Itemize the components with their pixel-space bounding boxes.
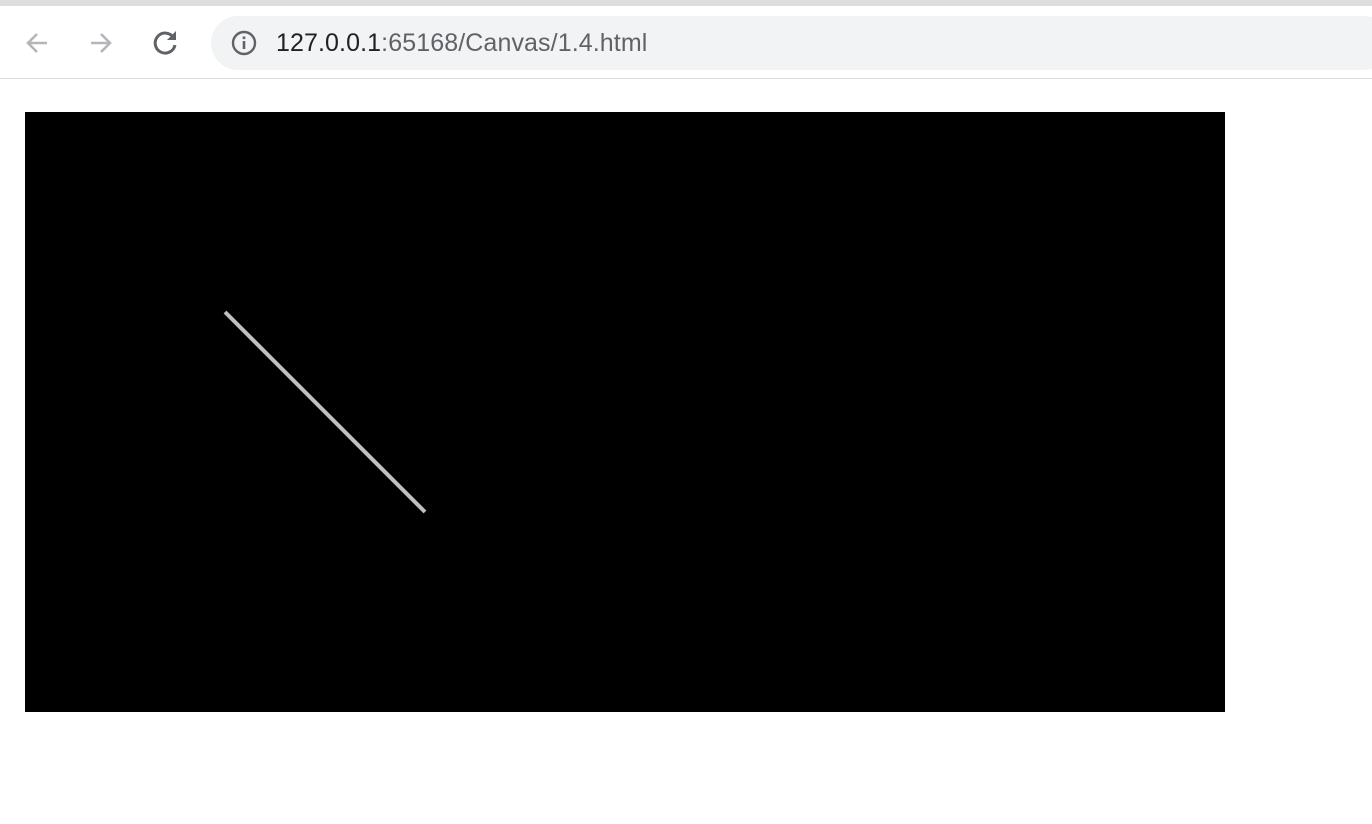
forward-button[interactable] [81,23,121,63]
url-path: :65168/Canvas/1.4.html [381,29,648,57]
forward-arrow-icon [91,33,112,53]
url-host: 127.0.0.1 [276,29,382,57]
back-button[interactable] [17,23,57,63]
info-icon[interactable] [231,30,257,56]
reload-button[interactable] [145,23,185,63]
canvas-drawing [223,310,427,514]
address-bar[interactable]: 127.0.0.1:65168/Canvas/1.4.html [211,16,1372,70]
page-content [0,79,1372,824]
drawing-canvas[interactable] [25,112,1225,712]
back-arrow-icon [26,33,47,53]
diagonal-line [223,310,427,514]
url-text[interactable]: 127.0.0.1:65168/Canvas/1.4.html [276,28,647,58]
reload-icon [153,31,177,55]
browser-toolbar: 127.0.0.1:65168/Canvas/1.4.html [0,6,1372,79]
